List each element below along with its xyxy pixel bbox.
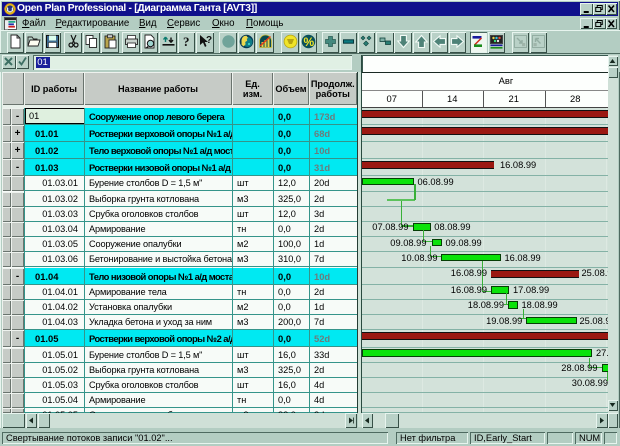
svg-text:?: ? — [206, 35, 212, 46]
svg-text:?: ? — [183, 34, 190, 49]
svg-text:%: % — [304, 35, 315, 49]
